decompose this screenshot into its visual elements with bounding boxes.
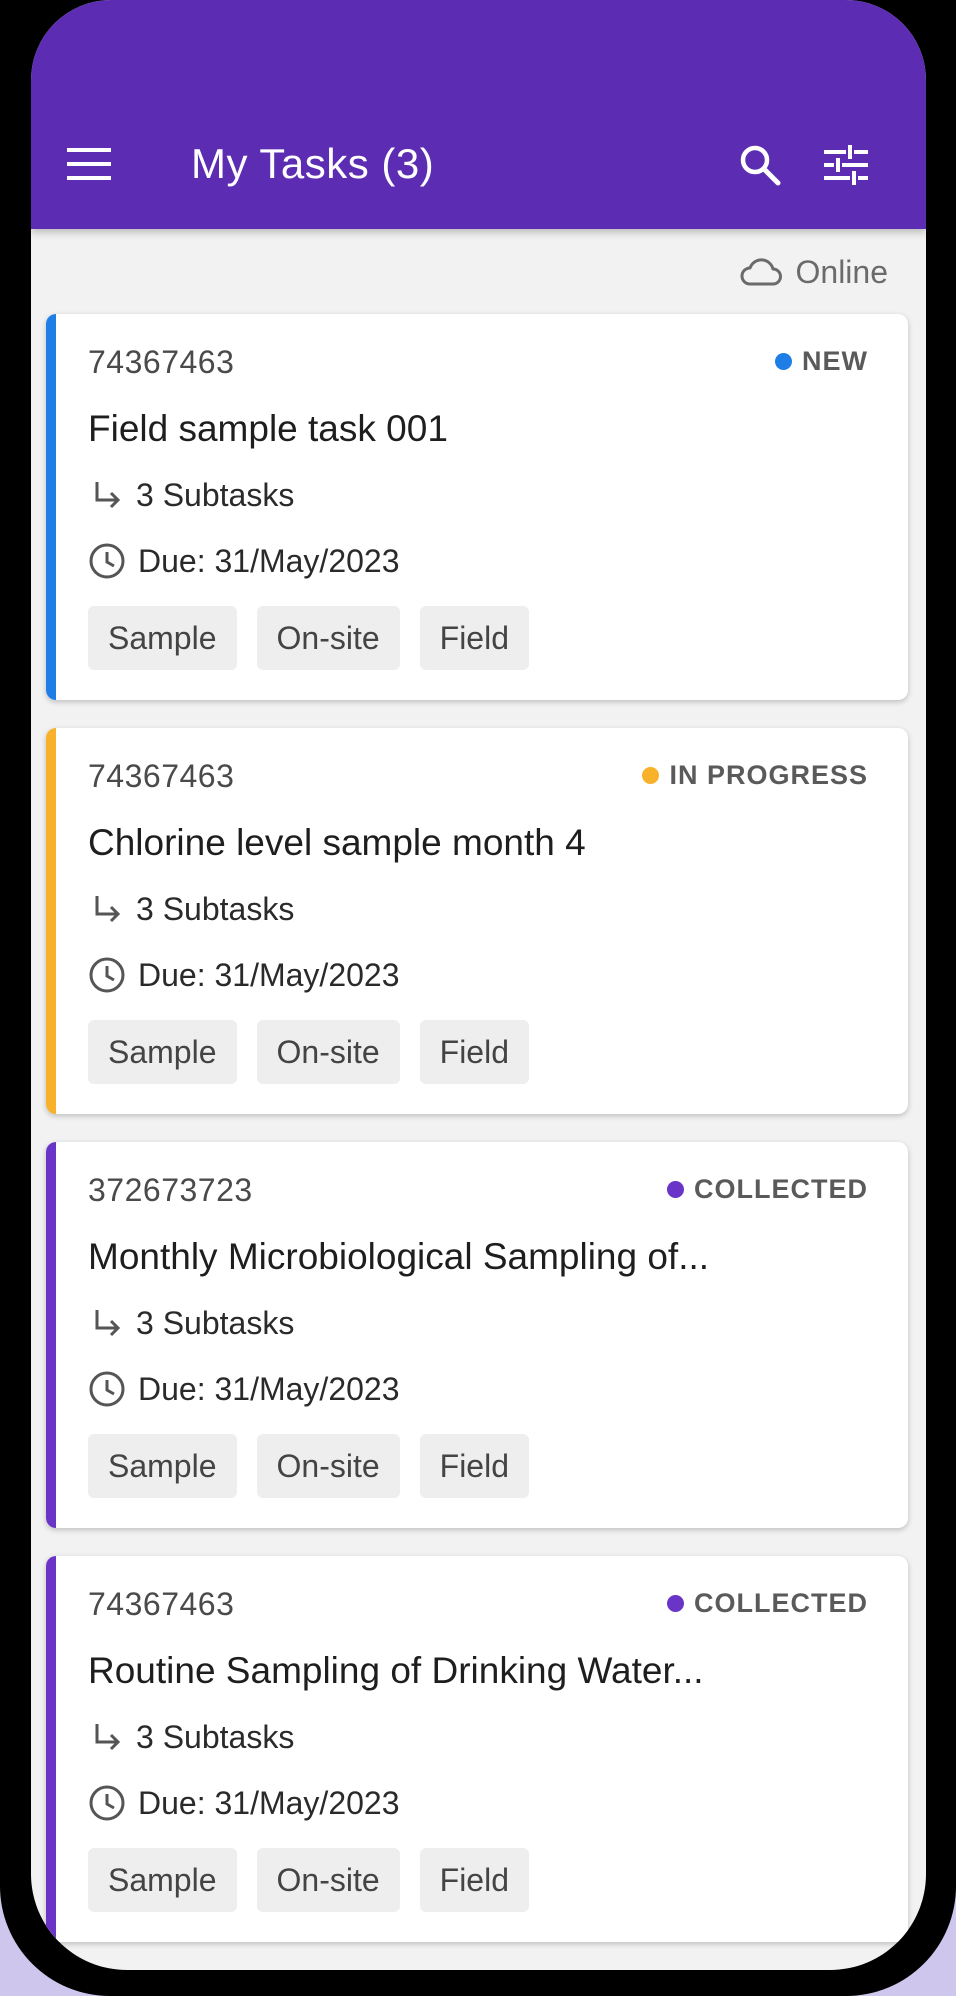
due-date: Due: 31/May/2023	[138, 1370, 400, 1407]
task-title: Chlorine level sample month 4	[88, 822, 586, 863]
tag-chip[interactable]: On-site	[256, 1434, 400, 1498]
status-label: COLLECTED	[694, 1174, 868, 1204]
subtasks-row: 3 Subtasks	[88, 1719, 294, 1756]
due-date: Due: 31/May/2023	[138, 1784, 400, 1821]
tag-chip[interactable]: On-site	[256, 1020, 400, 1084]
status-dot-icon	[642, 767, 660, 784]
filter-button[interactable]	[817, 136, 875, 194]
task-card[interactable]: 74367463 COLLECTED Routine Sampling of D…	[46, 1556, 908, 1942]
status-dot-icon	[775, 353, 792, 370]
status-badge: NEW	[775, 346, 868, 377]
task-id: 372673723	[88, 1172, 253, 1208]
status-dot-icon	[667, 1181, 684, 1198]
task-title: Field sample task 001	[88, 408, 448, 449]
subdirectory-arrow-icon	[95, 1309, 121, 1336]
status-badge: COLLECTED	[667, 1174, 868, 1205]
connection-status: Online	[740, 250, 889, 294]
task-card[interactable]: 74367463 IN PROGRESS Chlorine level samp…	[46, 728, 908, 1114]
due-row: Due: 31/May/2023	[88, 1784, 400, 1822]
tag-list: Sample On-site Field	[88, 1020, 529, 1084]
subdirectory-arrow-icon	[95, 895, 121, 922]
search-button[interactable]	[731, 136, 789, 194]
tag-chip[interactable]: Field	[419, 1848, 529, 1912]
status-badge: COLLECTED	[667, 1588, 868, 1619]
task-title: Monthly Microbiological Sampling of...	[88, 1236, 710, 1277]
app-screen: My Tasks (3) Online 74367463 NEW Field s…	[31, 0, 926, 1970]
cloud-icon	[740, 258, 782, 286]
tag-chip[interactable]: On-site	[256, 606, 400, 670]
status-label: IN PROGRESS	[669, 760, 868, 790]
status-badge: IN PROGRESS	[642, 760, 868, 791]
tag-chip[interactable]: Field	[419, 1020, 529, 1084]
app-bar: My Tasks (3)	[31, 0, 926, 229]
status-accent-bar	[46, 728, 56, 1114]
clock-icon	[89, 543, 125, 579]
subtasks-row: 3 Subtasks	[88, 891, 294, 928]
page-title: My Tasks (3)	[191, 140, 435, 187]
tag-list: Sample On-site Field	[88, 606, 529, 670]
menu-button[interactable]	[61, 136, 117, 192]
tag-chip[interactable]: Field	[419, 606, 529, 670]
due-date: Due: 31/May/2023	[138, 956, 400, 993]
subdirectory-arrow-icon	[95, 1723, 121, 1750]
subtasks-count: 3 Subtasks	[136, 1305, 295, 1341]
status-accent-bar	[46, 314, 56, 700]
tag-chip[interactable]: On-site	[256, 1848, 400, 1912]
subtasks-count: 3 Subtasks	[136, 891, 295, 927]
tag-chip[interactable]: Sample	[88, 1020, 237, 1084]
tag-chip[interactable]: Sample	[88, 1848, 237, 1912]
status-dot-icon	[667, 1595, 684, 1612]
tag-list: Sample On-site Field	[88, 1848, 529, 1912]
subtasks-count: 3 Subtasks	[136, 1719, 295, 1755]
clock-icon	[89, 1371, 125, 1407]
task-card[interactable]: 74367463 NEW Field sample task 001 3 Sub…	[46, 314, 908, 700]
tag-chip[interactable]: Sample	[88, 1434, 237, 1498]
subdirectory-arrow-icon	[95, 481, 121, 508]
subtasks-count: 3 Subtasks	[136, 477, 295, 513]
task-id: 74367463	[88, 1586, 235, 1622]
due-row: Due: 31/May/2023	[88, 1370, 400, 1408]
tag-list: Sample On-site Field	[88, 1434, 529, 1498]
status-label: NEW	[802, 346, 868, 376]
subtasks-row: 3 Subtasks	[88, 1305, 294, 1342]
task-id: 74367463	[88, 758, 235, 794]
status-accent-bar	[46, 1556, 56, 1942]
due-row: Due: 31/May/2023	[88, 956, 400, 994]
tag-chip[interactable]: Sample	[88, 606, 237, 670]
device-frame: My Tasks (3) Online 74367463 NEW Field s…	[0, 0, 956, 1996]
status-label: COLLECTED	[694, 1588, 868, 1618]
task-id: 74367463	[88, 344, 235, 380]
clock-icon	[89, 957, 125, 993]
connection-label: Online	[795, 253, 889, 290]
task-title: Routine Sampling of Drinking Water...	[88, 1650, 704, 1691]
tune-icon	[824, 145, 868, 185]
due-row: Due: 31/May/2023	[88, 542, 400, 580]
clock-icon	[89, 1785, 125, 1821]
tag-chip[interactable]: Field	[419, 1434, 529, 1498]
subtasks-row: 3 Subtasks	[88, 477, 294, 514]
task-card[interactable]: 372673723 COLLECTED Monthly Microbiologi…	[46, 1142, 908, 1528]
due-date: Due: 31/May/2023	[138, 542, 400, 579]
status-accent-bar	[46, 1142, 56, 1528]
menu-icon	[67, 148, 111, 180]
search-icon	[740, 145, 781, 186]
